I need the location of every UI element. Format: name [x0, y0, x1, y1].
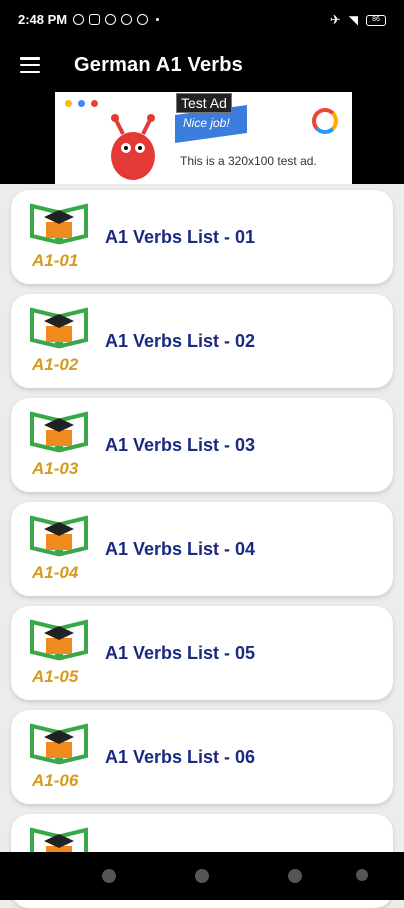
card-label: A1 Verbs List - 06 — [105, 747, 256, 767]
accessibility-icon[interactable] — [356, 869, 368, 881]
system-navigation-bar — [0, 852, 404, 900]
battery-level: 86 — [372, 15, 380, 23]
hamburger-menu-icon[interactable] — [20, 57, 40, 73]
card-label: A1 Verbs List - 01 — [105, 227, 256, 247]
ad-body-text: This is a 320x100 test ad. — [180, 154, 317, 168]
airplane-mode-icon: ✈ — [329, 12, 341, 27]
shield-icon — [137, 13, 149, 25]
card-code: A1-04 — [32, 563, 79, 582]
status-bar: 2:48 PM ✈ ◥ 86 — [0, 0, 404, 38]
battery-icon: 86 — [366, 14, 386, 26]
recents-button[interactable] — [102, 869, 116, 883]
list-item[interactable]: A1-05 A1 Verbs List - 05 — [11, 606, 393, 700]
card-code: A1-01 — [32, 251, 79, 270]
notification-icon — [73, 13, 85, 25]
book-logo-icon: A1-05 — [28, 618, 90, 686]
card-label: A1 Verbs List - 04 — [105, 539, 256, 559]
ad-decoration-dots — [65, 100, 98, 107]
app-icon — [121, 13, 133, 25]
app-title: German A1 Verbs — [74, 53, 244, 76]
book-logo-icon: A1-02 — [28, 306, 90, 374]
card-code: A1-06 — [32, 771, 79, 790]
card-code: A1-05 — [32, 667, 79, 686]
ad-brand-logo-icon — [312, 108, 338, 134]
wifi-icon: ◥ — [348, 13, 358, 27]
list-item[interactable]: A1-03 A1 Verbs List - 03 — [11, 398, 393, 492]
list-item[interactable]: A1-04 A1 Verbs List - 04 — [11, 502, 393, 596]
ad-flag-text: Nice job! — [183, 116, 230, 130]
card-label: A1 Verbs List - 05 — [105, 643, 256, 663]
ad-label: Test Ad — [176, 93, 232, 113]
list-item[interactable]: A1-01 A1 Verbs List - 01 — [11, 190, 393, 284]
book-logo-icon: A1-03 — [28, 410, 90, 478]
app-bar: German A1 Verbs — [0, 38, 404, 92]
card-label: A1 Verbs List - 03 — [105, 435, 256, 455]
usb-icon — [105, 13, 117, 25]
status-time: 2:48 PM — [18, 11, 68, 27]
book-logo-icon: A1-04 — [28, 514, 90, 582]
ad-container: Nice job! This is a 320x100 test ad. Tes… — [0, 92, 404, 184]
ad-mascot-icon — [111, 114, 155, 180]
nfc-icon — [89, 13, 101, 25]
list-item[interactable]: A1-02 A1 Verbs List - 02 — [11, 294, 393, 388]
home-button[interactable] — [195, 869, 209, 883]
book-logo-icon: A1-01 — [28, 202, 90, 270]
card-label: A1 Verbs List - 02 — [105, 331, 256, 351]
more-notifications-dot-icon — [156, 17, 160, 21]
book-logo-icon: A1-06 — [28, 722, 90, 790]
system-icons: ✈ ◥ 86 — [330, 12, 386, 28]
notification-icons — [73, 13, 149, 25]
back-button[interactable] — [288, 869, 302, 883]
card-code: A1-02 — [32, 355, 79, 374]
ad-banner[interactable]: Nice job! This is a 320x100 test ad. Tes… — [55, 92, 352, 184]
list-item[interactable]: A1-06 A1 Verbs List - 06 — [11, 710, 393, 804]
card-code: A1-03 — [32, 459, 79, 478]
